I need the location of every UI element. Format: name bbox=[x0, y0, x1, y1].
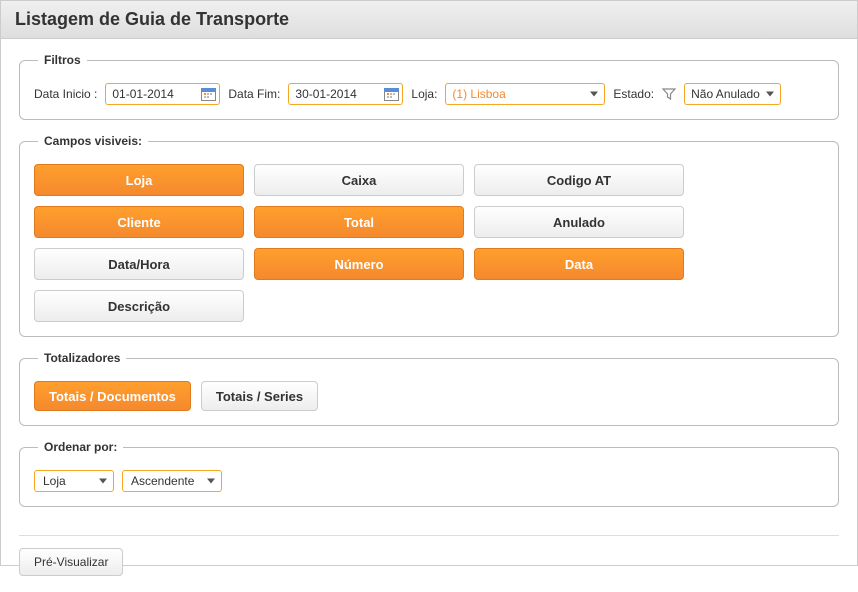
data-fim-input[interactable] bbox=[295, 87, 370, 101]
total-toggle-button[interactable]: Totais / Documentos bbox=[34, 381, 191, 411]
data-fim-label: Data Fim: bbox=[228, 87, 280, 101]
order-row: Loja Ascendente bbox=[34, 470, 824, 492]
chevron-down-icon bbox=[590, 92, 598, 97]
page-title: Listagem de Guia de Transporte bbox=[15, 9, 843, 30]
calendar-icon[interactable] bbox=[201, 87, 216, 101]
field-toggle-button[interactable]: Caixa bbox=[254, 164, 464, 196]
fields-fieldset: Campos visiveis: Loja Caixa Codigo AT Clien… bbox=[19, 134, 839, 337]
loja-label: Loja: bbox=[411, 87, 437, 101]
window: Listagem de Guia de Transporte Filtros D… bbox=[0, 0, 858, 566]
field-toggle-button[interactable]: Cliente bbox=[34, 206, 244, 238]
loja-select-value: (1) Lisboa bbox=[452, 87, 505, 101]
totals-row: Totais / Documentos Totais / Series bbox=[34, 381, 824, 411]
order-field-value: Loja bbox=[43, 474, 66, 488]
estado-select[interactable]: Não Anulado bbox=[684, 83, 781, 105]
data-inicio-input[interactable] bbox=[112, 87, 187, 101]
content: Filtros Data Inicio : Data Fim: Loja: bbox=[1, 39, 857, 535]
preview-button[interactable]: Pré-Visualizar bbox=[19, 548, 123, 576]
order-fieldset: Ordenar por: Loja Ascendente bbox=[19, 440, 839, 507]
field-toggle-button[interactable]: Data bbox=[474, 248, 684, 280]
fields-legend: Campos visiveis: bbox=[38, 134, 148, 148]
chevron-down-icon bbox=[99, 479, 107, 484]
order-legend: Ordenar por: bbox=[38, 440, 123, 454]
totals-fieldset: Totalizadores Totais / DocumentosTotais … bbox=[19, 351, 839, 426]
order-direction-select[interactable]: Ascendente bbox=[122, 470, 222, 492]
field-toggle-button[interactable]: Total bbox=[254, 206, 464, 238]
data-inicio-label: Data Inicio : bbox=[34, 87, 97, 101]
titlebar: Listagem de Guia de Transporte bbox=[1, 1, 857, 39]
field-toggle-button[interactable]: Número bbox=[254, 248, 464, 280]
loja-select[interactable]: (1) Lisboa bbox=[445, 83, 605, 105]
funnel-icon bbox=[662, 87, 676, 101]
footer: Pré-Visualizar bbox=[1, 535, 857, 592]
filters-legend: Filtros bbox=[38, 53, 87, 67]
field-toggle-button[interactable]: Descrição bbox=[34, 290, 244, 322]
calendar-icon[interactable] bbox=[384, 87, 399, 101]
chevron-down-icon bbox=[766, 92, 774, 97]
field-toggle-button[interactable]: Data/Hora bbox=[34, 248, 244, 280]
data-inicio-field[interactable] bbox=[105, 83, 220, 105]
chevron-down-icon bbox=[207, 479, 215, 484]
field-toggle-button[interactable]: Loja bbox=[34, 164, 244, 196]
estado-select-value: Não Anulado bbox=[691, 87, 760, 101]
filters-row: Data Inicio : Data Fim: Loja: (1) L bbox=[34, 83, 824, 105]
field-toggle-button[interactable]: Codigo AT bbox=[474, 164, 684, 196]
order-direction-value: Ascendente bbox=[131, 474, 194, 488]
totals-legend: Totalizadores bbox=[38, 351, 126, 365]
field-toggle-button[interactable]: Anulado bbox=[474, 206, 684, 238]
filters-fieldset: Filtros Data Inicio : Data Fim: Loja: bbox=[19, 53, 839, 120]
data-fim-field[interactable] bbox=[288, 83, 403, 105]
estado-label: Estado: bbox=[613, 87, 654, 101]
fields-grid: Loja Caixa Codigo AT Cliente Total Anulado Dat… bbox=[34, 164, 824, 322]
order-field-select[interactable]: Loja bbox=[34, 470, 114, 492]
footer-divider bbox=[19, 535, 839, 536]
total-toggle-button[interactable]: Totais / Series bbox=[201, 381, 318, 411]
